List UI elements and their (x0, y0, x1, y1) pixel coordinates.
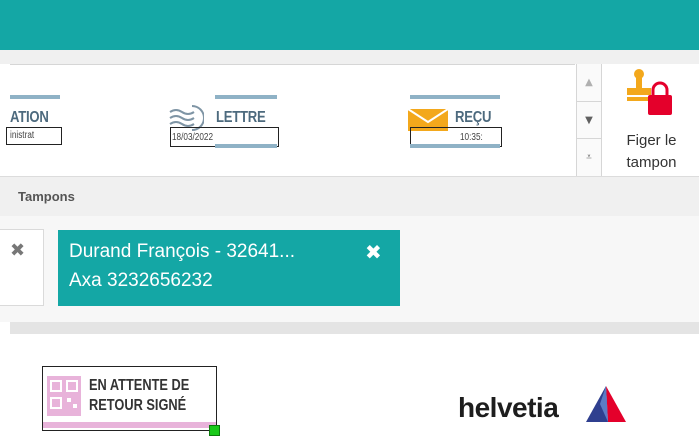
close-icon[interactable]: ✖ (365, 240, 382, 264)
group-label-tampons: Tampons (18, 189, 75, 204)
figer-tampon-button[interactable]: Figer le tampon (604, 64, 699, 176)
logo-wordmark: helvetia (458, 392, 559, 423)
ribbon: ATION inistrat LETTRE 18/03/2022 REÇU 10… (0, 64, 699, 178)
triangle-up-icon: ▲ (585, 77, 593, 88)
stamp-bar-top (410, 95, 500, 99)
gallery-scroll-up-button[interactable]: ▲ (577, 64, 601, 101)
qr-code-icon (47, 376, 81, 416)
tag-area: ✖ Durand François - 32641... Axa 3232656… (0, 216, 699, 322)
expand-more-icon: ⩡ (586, 152, 592, 163)
tag-previous[interactable]: ✖ (0, 229, 44, 306)
stamp-lettre[interactable]: LETTRE 18/03/2022 (160, 65, 290, 177)
stamp-sub: inistrat (10, 130, 35, 141)
tag-line1: Durand François - 32641... (69, 241, 296, 262)
stamp-bar-bottom (410, 144, 500, 148)
close-icon[interactable]: ✖ (10, 240, 25, 261)
figer-tampon-label: Figer le tampon (604, 130, 699, 174)
stamp-title: ATION (10, 109, 49, 126)
gallery-expand-button[interactable]: ⩡ (577, 138, 601, 176)
gallery-scroll-down-button[interactable]: ▼ (577, 101, 601, 139)
stamp-title: REÇU (455, 109, 492, 126)
figer-label-line2: tampon (626, 154, 677, 171)
gallery-scrollbar: ▲ ▼ ⩡ (576, 64, 602, 176)
attente-line2: RETOUR SIGNÉ (89, 397, 187, 414)
helvetia-mountain-icon (586, 386, 626, 422)
stamp-gallery: ATION inistrat LETTRE 18/03/2022 REÇU 10… (6, 64, 575, 178)
resize-handle[interactable] (209, 425, 220, 436)
attente-stamp[interactable]: EN ATTENTE DE RETOUR SIGNÉ (42, 366, 220, 436)
stamp-bar-top (10, 95, 60, 99)
stamp-time: 10:35: (460, 132, 483, 143)
separator-bar (10, 322, 699, 334)
stamp-bar-top (215, 95, 277, 99)
figer-label-line1: Figer le (626, 132, 677, 149)
triangle-down-icon: ▼ (585, 115, 593, 126)
tag-line2: Axa 3232656232 (69, 270, 213, 291)
stamp-recu[interactable]: REÇU 10:35: (405, 65, 515, 177)
stamp-date: 18/03/2022 (172, 132, 214, 143)
attente-line1: EN ATTENTE DE (89, 377, 190, 394)
ribbon-group-footer: Tampons (0, 176, 699, 217)
stamp-lock-icon (627, 69, 672, 115)
top-gap (0, 50, 699, 64)
stamp-administration[interactable]: ATION inistrat (6, 65, 120, 177)
stamp-title: LETTRE (216, 109, 266, 126)
tag-active[interactable]: Durand François - 32641... Axa 323265623… (58, 230, 400, 306)
app-top-bar (0, 0, 699, 50)
stamp-bar-bottom (215, 144, 277, 148)
stamp-bar-bottom (43, 422, 216, 428)
helvetia-logo: helvetia (458, 386, 628, 428)
